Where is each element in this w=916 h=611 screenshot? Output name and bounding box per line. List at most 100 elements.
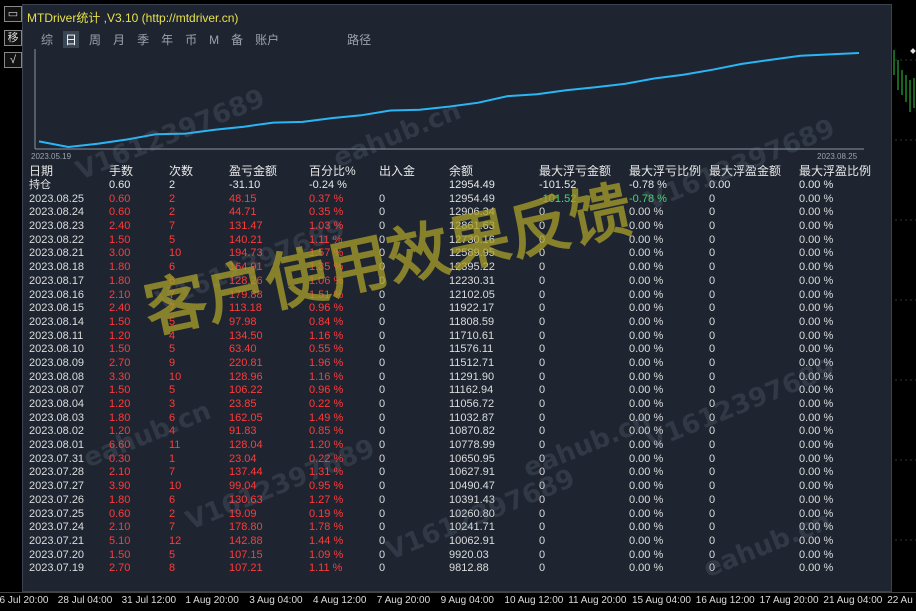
cell-lots: 1.80 (109, 411, 131, 424)
tab-5[interactable]: 年 (159, 31, 175, 48)
cell-max-float-profit-pct: 0.00 % (799, 384, 834, 397)
tab-3[interactable]: 月 (111, 31, 127, 48)
cell-date: 2023.07.21 (29, 534, 85, 547)
cell-max-float-loss-pct: 0.00 % (629, 315, 664, 328)
cell-deposit: 0 (379, 302, 386, 315)
cell-date: 2023.07.26 (29, 493, 85, 506)
cell-date: 2023.08.18 (29, 261, 85, 274)
cell-pct: 0.84 % (309, 315, 344, 328)
tab-7[interactable]: M (207, 33, 221, 47)
cell-deposit: 0 (379, 411, 386, 424)
table-row[interactable]: 2023.08.10 1.50 5 63.40 0.55 % 0 11576.11 0 0.00… (29, 343, 889, 357)
table-row[interactable]: 2023.07.27 3.90 10 99.04 0.95 % 0 10490.47 0 0.0… (29, 480, 889, 494)
table-row[interactable]: 2023.07.31 0.30 1 23.04 0.22 % 0 10650.95 0 0.00… (29, 453, 889, 467)
table-row[interactable]: 2023.08.16 2.10 7 179.88 1.51 % 0 12102.05 0 0.0… (29, 289, 889, 303)
table-row[interactable]: 2023.08.08 3.30 10 128.96 1.16 % 0 11291.90 0 0.… (29, 371, 889, 385)
cell-count: 8 (169, 562, 176, 575)
cell-balance: 11710.61 (449, 329, 495, 342)
cell-max-float-profit: 0 (709, 411, 716, 424)
table-row[interactable]: 2023.08.17 1.80 6 128.26 1.06 % 0 12230.31 0 0.0… (29, 275, 889, 289)
cell-date: 2023.08.21 (29, 247, 85, 260)
tab-2[interactable]: 周 (87, 31, 103, 48)
cell-deposit: 0 (379, 562, 386, 575)
cell-max-float-loss-pct: 0.00 % (629, 411, 664, 424)
cell-pct: 1.16 % (309, 329, 344, 342)
cell-max-float-profit-pct: 0.00 % (799, 480, 834, 493)
cell-max-float-profit: 0 (709, 534, 716, 547)
table-row[interactable]: 2023.08.01 6.60 11 128.04 1.20 % 0 10778.99 0 0.… (29, 439, 889, 453)
table-row[interactable]: 2023.07.21 5.10 12 142.88 1.44 % 0 10062.91 0 0.… (29, 535, 889, 549)
cell-max-float-profit: 0 (709, 192, 716, 205)
cell-max-float-loss: 0 (539, 288, 546, 301)
cell-max-float-profit-pct: 0.00 % (799, 370, 834, 383)
tab-0[interactable]: 综 (39, 31, 55, 48)
cell-lots: 1.50 (109, 315, 131, 328)
cell-max-float-profit: 0 (709, 343, 716, 356)
cell-date: 2023.08.24 (29, 206, 85, 219)
cell-count: 12 (169, 534, 182, 547)
table-row[interactable]: 2023.07.19 2.70 8 107.21 1.11 % 0 9812.88 0 0.00… (29, 562, 889, 576)
cell-count: 5 (169, 315, 176, 328)
time-label: 16 Aug 12:00 (695, 595, 755, 606)
table-row[interactable]: 2023.08.15 2.40 7 113.18 0.96 % 0 11922.17 0 0.0… (29, 302, 889, 316)
equity-line (38, 52, 860, 149)
table-row[interactable]: 2023.08.18 1.80 6 164.91 1.35 % 0 12395.22 0 0.0… (29, 261, 889, 275)
table-row[interactable]: 2023.08.02 1.20 4 91.83 0.85 % 0 10870.82 0 0.00… (29, 425, 889, 439)
table-row[interactable]: 2023.08.22 1.50 5 140.21 1.11 % 0 12730.16 0 0.0… (29, 234, 889, 248)
cell-pnl: 106.22 (229, 384, 263, 397)
cell-pct: 1.27 % (309, 493, 344, 506)
panel-title: MTDriver统计 ,V3.10 (http://mtdriver.cn) (27, 11, 239, 25)
cell-max-float-loss: 0 (539, 411, 546, 424)
table-row[interactable]: 2023.08.04 1.20 3 23.85 0.22 % 0 11056.72 0 0.00… (29, 398, 889, 412)
cell-balance: 10241.71 (449, 521, 495, 534)
table-row[interactable]: 2023.08.07 1.50 5 106.22 0.96 % 0 11162.94 0 0.0… (29, 384, 889, 398)
cell-deposit: 0 (379, 548, 386, 561)
table-row[interactable]: 2023.07.28 2.10 7 137.44 1.31 % 0 10627.91 0 0.0… (29, 466, 889, 480)
cell-lots: 1.20 (109, 329, 131, 342)
cell-date: 2023.08.22 (29, 233, 85, 246)
table-row[interactable]: 2023.08.21 3.00 10 194.73 1.57 % 0 12589.95 0 0.… (29, 247, 889, 261)
cell-lots: 0.60 (109, 206, 131, 219)
tab-10[interactable]: 路径 (345, 31, 373, 48)
header-max-float-loss-pct: 最大浮亏比例 (629, 165, 702, 178)
window-restore-button[interactable]: ▭ (4, 6, 22, 22)
table-row[interactable]: 2023.07.25 0.60 2 19.09 0.19 % 0 10260.80 0 0.00… (29, 508, 889, 522)
cell-max-float-loss-pct: 0.00 % (629, 439, 664, 452)
tab-4[interactable]: 季 (135, 31, 151, 48)
tab-8[interactable]: 备 (229, 31, 245, 48)
header-max-float-profit-pct: 最大浮盈比例 (799, 165, 872, 178)
table-row[interactable]: 2023.07.24 2.10 7 178.80 1.78 % 0 10241.71 0 0.0… (29, 521, 889, 535)
table-row[interactable]: 2023.07.26 1.80 6 130.63 1.27 % 0 10391.43 0 0.0… (29, 494, 889, 508)
tab-6[interactable]: 币 (183, 31, 199, 48)
table-row[interactable]: 2023.08.25 0.60 2 48.15 0.37 % 0 12954.49 -101.… (29, 193, 889, 207)
table-row[interactable]: 2023.07.20 1.50 5 107.15 1.09 % 0 9920.03 0 0.00… (29, 549, 889, 563)
move-button[interactable]: 移 (4, 30, 22, 46)
cell-max-float-loss: 0 (539, 343, 546, 356)
cell-pct: 1.78 % (309, 521, 344, 534)
cell-max-float-profit-pct: 0.00 % (799, 261, 834, 274)
table-row[interactable]: 2023.08.23 2.40 7 131.47 1.03 % 0 12861.63 0 0.0… (29, 220, 889, 234)
cell-date: 2023.07.20 (29, 548, 85, 561)
table-row[interactable]: 2023.08.11 1.20 4 134.50 1.16 % 0 11710.61 0 0.0… (29, 330, 889, 344)
tab-1[interactable]: 日 (63, 31, 80, 48)
table-row[interactable]: 2023.08.14 1.50 5 97.98 0.84 % 0 11808.59 0 0.00… (29, 316, 889, 330)
cell-pnl: 220.81 (229, 356, 263, 369)
cell-balance: 12954.49 (449, 192, 495, 205)
cell-max-float-loss: 0 (539, 220, 546, 233)
open-positions-row[interactable]: 持仓 0.60 2 -31.10 -0.24 % 12954.49 -101.5… (29, 179, 889, 193)
cell-max-float-loss-pct: 0.00 % (629, 493, 664, 506)
tab-9[interactable]: 账户 (253, 31, 281, 48)
cell-max-float-profit: 0 (709, 370, 716, 383)
table-row[interactable]: 2023.08.24 0.60 2 44.71 0.35 % 0 12906.34 0 0.00… (29, 206, 889, 220)
check-button[interactable]: √ (4, 52, 22, 68)
cell-balance: 12730.16 (449, 233, 495, 246)
cell-max-float-profit-pct: 0.00 % (799, 233, 834, 246)
table-row[interactable]: 2023.08.09 2.70 9 220.81 1.96 % 0 11512.71 0 0.0… (29, 357, 889, 371)
table-row[interactable]: 2023.08.03 1.80 6 162.05 1.49 % 0 11032.87 0 0.0… (29, 412, 889, 426)
cell-pct: 1.51 % (309, 288, 344, 301)
cell-date: 2023.07.31 (29, 452, 85, 465)
cell-date: 2023.08.10 (29, 343, 85, 356)
cell-count: 7 (169, 466, 176, 479)
cell-pct: 1.03 % (309, 220, 344, 233)
cell-max-float-profit-pct: 0.00 % (799, 206, 834, 219)
